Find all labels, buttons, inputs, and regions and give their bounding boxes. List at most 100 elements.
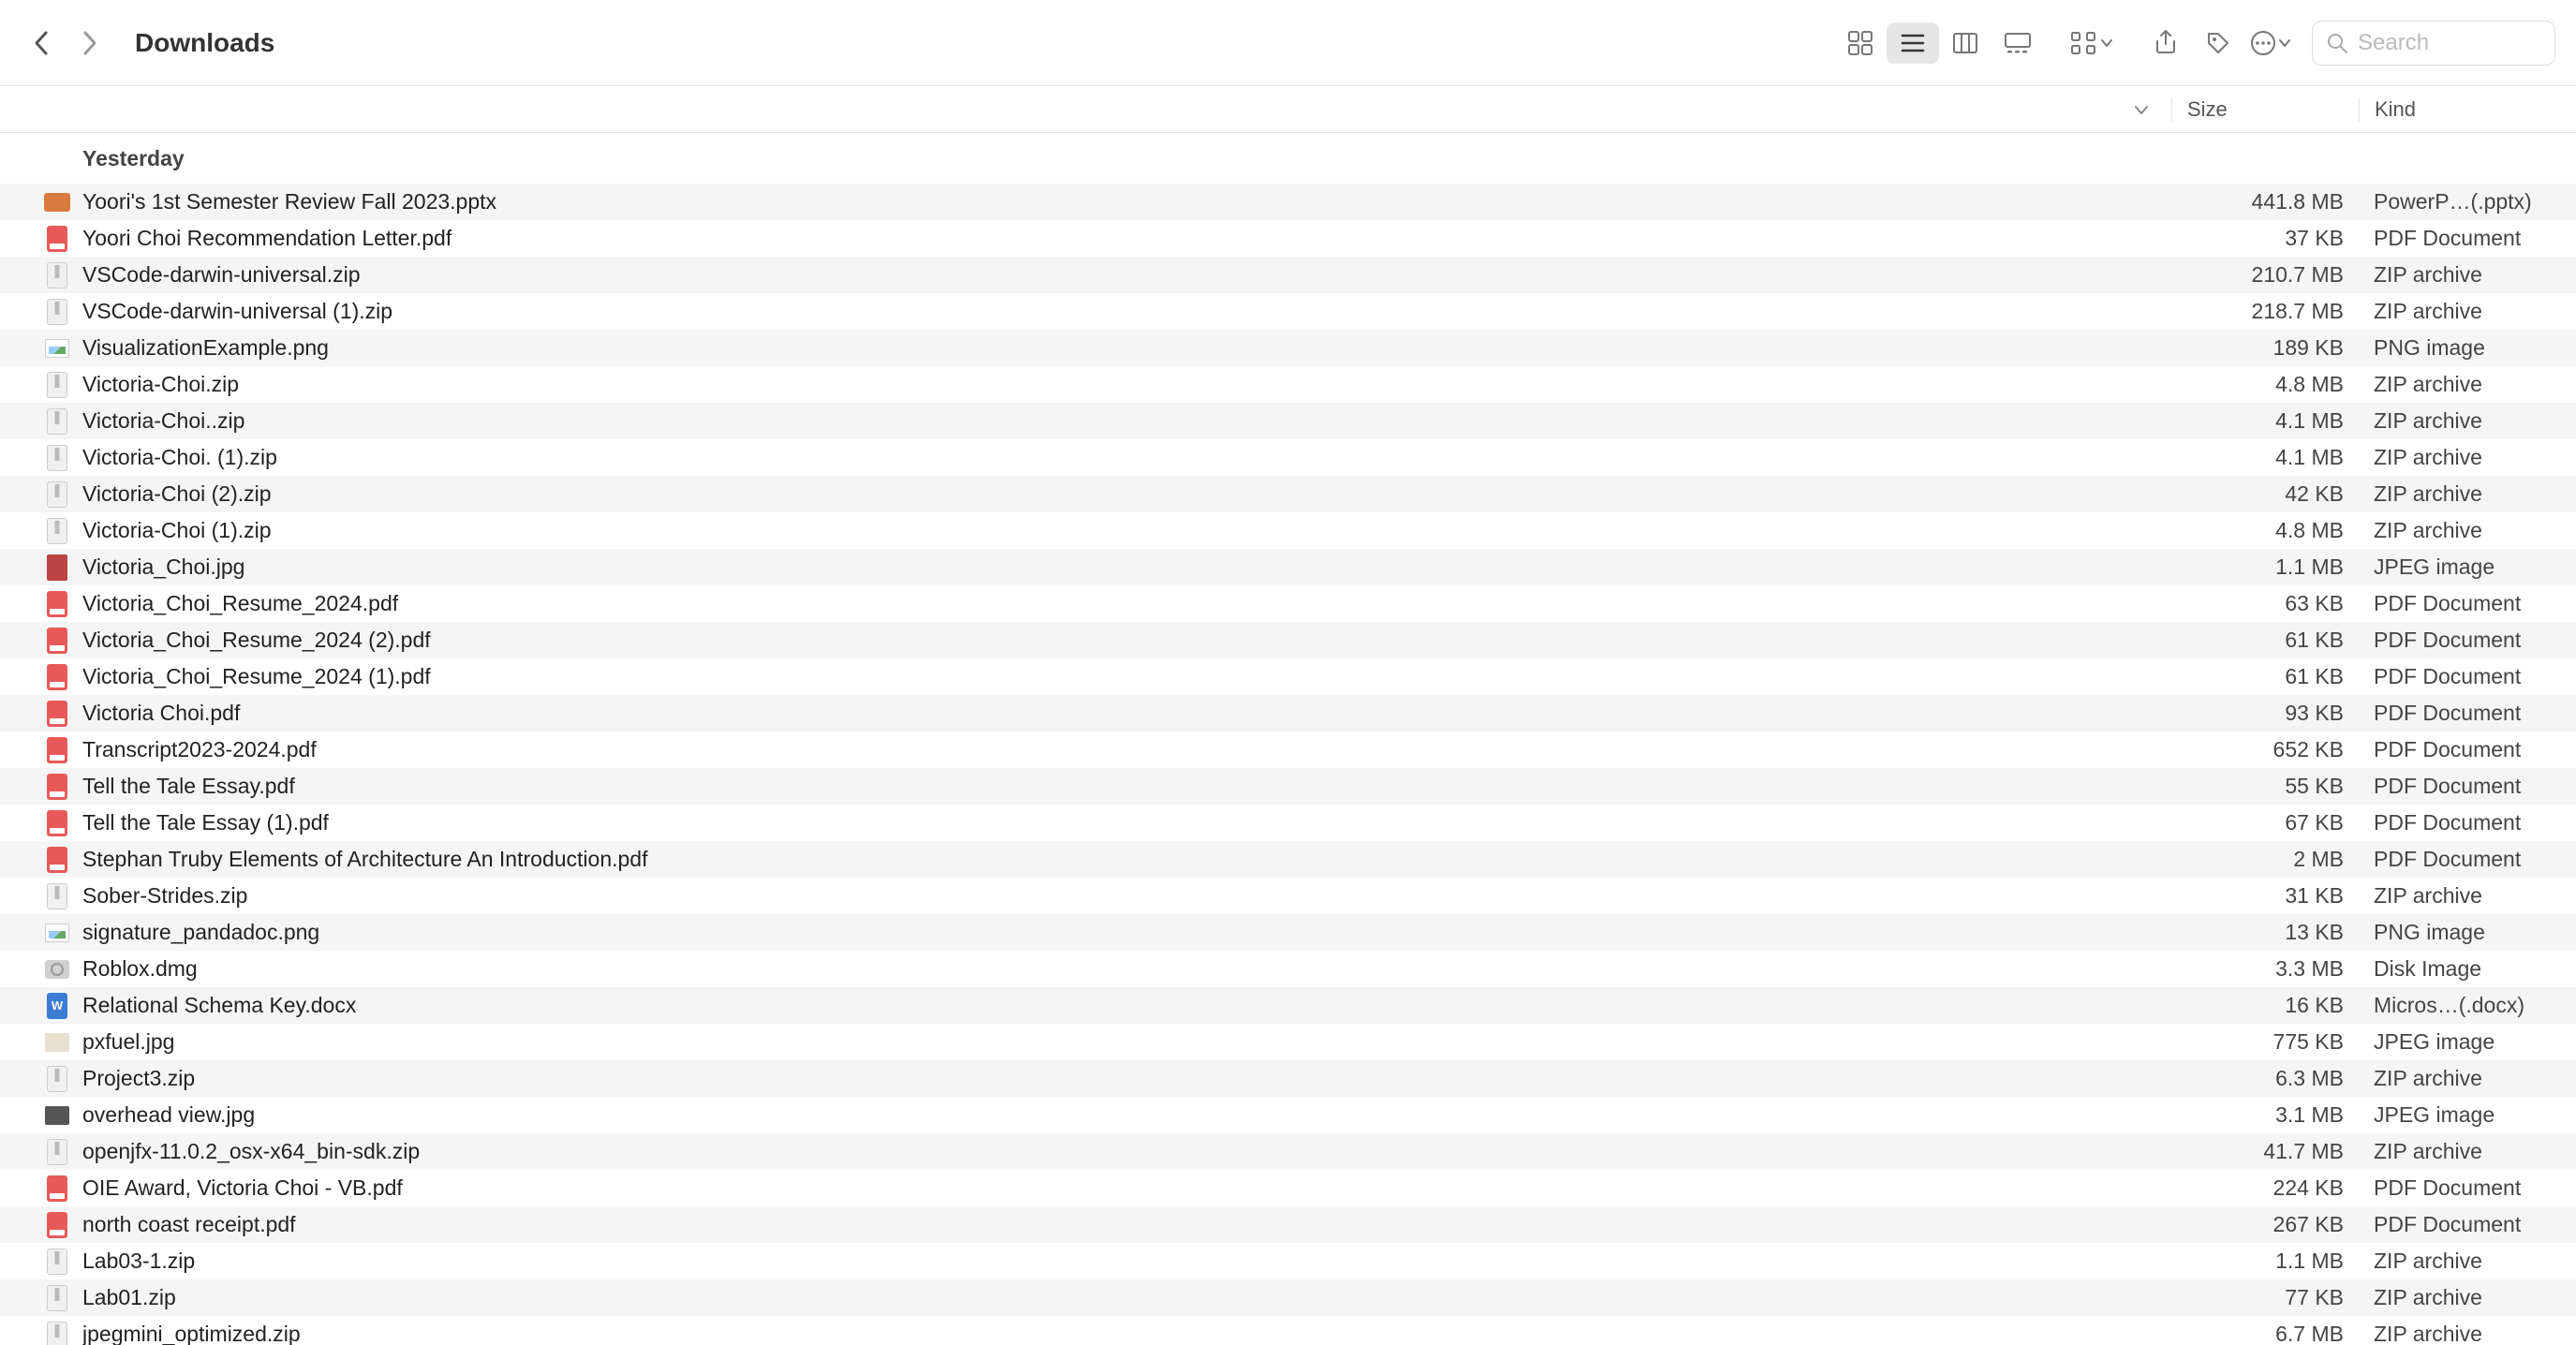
group-by-button[interactable] [2059,22,2124,64]
file-row[interactable]: Transcript2023-2024.pdf652 KBPDF Documen… [0,732,2576,768]
group-header: Yesterday [0,133,2576,184]
gallery-view-button[interactable] [1991,22,2044,64]
file-kind: ZIP archive [2359,445,2576,470]
file-row[interactable]: VisualizationExample.png189 KBPNG image [0,330,2576,366]
file-icon-cell [0,261,82,289]
file-icon-cell [0,992,82,1020]
file-icon-cell [0,225,82,253]
share-button[interactable] [2139,22,2192,64]
file-row[interactable]: Victoria-Choi (2).zip42 KBZIP archive [0,476,2576,512]
file-kind: PDF Document [2359,591,2576,616]
file-row[interactable]: Yoori's 1st Semester Review Fall 2023.pp… [0,184,2576,220]
search-input[interactable] [2358,30,2508,56]
zip-icon [43,261,71,289]
file-row[interactable]: VSCode-darwin-universal (1).zip218.7 MBZ… [0,293,2576,330]
file-row[interactable]: Sober-Strides.zip31 KBZIP archive [0,878,2576,914]
file-icon-cell [0,955,82,983]
file-row[interactable]: openjfx-11.0.2_osx-x64_bin-sdk.zip41.7 M… [0,1133,2576,1170]
file-size: 1.1 MB [2171,1249,2359,1274]
zip-icon [43,371,71,399]
name-column-header[interactable] [0,102,2171,117]
back-button[interactable] [21,22,62,64]
kind-column-header[interactable]: Kind [2359,97,2576,122]
file-name: Victoria_Choi_Resume_2024 (1).pdf [82,664,2171,689]
docx-icon [43,992,71,1020]
jpg-icon [43,554,71,582]
file-name: pxfuel.jpg [82,1029,2171,1055]
file-row[interactable]: Lab01.zip77 KBZIP archive [0,1279,2576,1316]
zip-icon [43,1138,71,1166]
file-row[interactable]: Victoria_Choi.jpg1.1 MBJPEG image [0,549,2576,585]
file-row[interactable]: pxfuel.jpg775 KBJPEG image [0,1024,2576,1060]
window-title: Downloads [135,28,274,58]
file-list[interactable]: Yesterday Yoori's 1st Semester Review Fa… [0,133,2576,1345]
file-row[interactable]: Relational Schema Key.docx16 KBMicros…(.… [0,987,2576,1024]
file-row[interactable]: Tell the Tale Essay (1).pdf67 KBPDF Docu… [0,805,2576,841]
pptx-icon [43,188,71,216]
file-name: Yoori's 1st Semester Review Fall 2023.pp… [82,189,2171,214]
file-row[interactable]: Stephan Truby Elements of Architecture A… [0,841,2576,878]
zip-icon [43,444,71,472]
search-field[interactable] [2312,21,2555,66]
file-row[interactable]: Victoria-Choi..zip4.1 MBZIP archive [0,403,2576,439]
file-icon-cell [0,517,82,545]
file-size: 55 KB [2171,774,2359,799]
file-row[interactable]: Victoria Choi.pdf93 KBPDF Document [0,695,2576,732]
file-row[interactable]: Victoria-Choi (1).zip4.8 MBZIP archive [0,512,2576,549]
file-row[interactable]: jpegmini_optimized.zip6.7 MBZIP archive [0,1316,2576,1345]
file-size: 4.8 MB [2171,518,2359,543]
file-kind: PNG image [2359,920,2576,945]
column-view-button[interactable] [1939,22,1991,64]
size-column-header[interactable]: Size [2171,97,2359,122]
file-size: 67 KB [2171,810,2359,835]
list-view-button[interactable] [1887,22,1939,64]
file-icon-cell [0,700,82,728]
file-row[interactable]: north coast receipt.pdf267 KBPDF Documen… [0,1206,2576,1243]
file-row[interactable]: Project3.zip6.3 MBZIP archive [0,1060,2576,1097]
file-size: 77 KB [2171,1285,2359,1310]
more-button[interactable] [2244,22,2297,64]
file-row[interactable]: Victoria-Choi.zip4.8 MBZIP archive [0,366,2576,403]
file-row[interactable]: Yoori Choi Recommendation Letter.pdf37 K… [0,220,2576,257]
file-icon-cell [0,188,82,216]
file-row[interactable]: Roblox.dmg3.3 MBDisk Image [0,951,2576,987]
file-row[interactable]: Victoria_Choi_Resume_2024 (2).pdf61 KBPD… [0,622,2576,658]
icon-view-button[interactable] [1834,22,1887,64]
file-row[interactable]: Tell the Tale Essay.pdf55 KBPDF Document [0,768,2576,805]
file-kind: ZIP archive [2359,518,2576,543]
file-name: VSCode-darwin-universal (1).zip [82,299,2171,324]
file-size: 3.3 MB [2171,956,2359,982]
img2-icon [43,1028,71,1057]
file-row[interactable]: VSCode-darwin-universal.zip210.7 MBZIP a… [0,257,2576,293]
pdf-icon [43,627,71,655]
grid-icon [1847,30,1873,56]
file-row[interactable]: Victoria_Choi_Resume_2024.pdf63 KBPDF Do… [0,585,2576,622]
file-row[interactable]: Lab03-1.zip1.1 MBZIP archive [0,1243,2576,1279]
file-icon-cell [0,590,82,618]
file-name: Lab03-1.zip [82,1249,2171,1274]
tags-button[interactable] [2192,22,2244,64]
file-kind: PDF Document [2359,664,2576,689]
file-name: overhead view.jpg [82,1102,2171,1128]
file-size: 2 MB [2171,847,2359,872]
file-name: Transcript2023-2024.pdf [82,737,2171,762]
forward-button[interactable] [69,22,111,64]
file-kind: ZIP archive [2359,299,2576,324]
file-size: 13 KB [2171,920,2359,945]
file-kind: JPEG image [2359,1102,2576,1128]
file-row[interactable]: Victoria_Choi_Resume_2024 (1).pdf61 KBPD… [0,658,2576,695]
file-row[interactable]: overhead view.jpg3.1 MBJPEG image [0,1097,2576,1133]
file-row[interactable]: Victoria-Choi. (1).zip4.1 MBZIP archive [0,439,2576,476]
file-icon-cell [0,1248,82,1276]
file-kind: ZIP archive [2359,372,2576,397]
file-name: north coast receipt.pdf [82,1212,2171,1237]
view-mode-buttons [1834,22,2044,64]
file-icon-cell [0,627,82,655]
zip-icon [43,1248,71,1276]
file-kind: ZIP archive [2359,262,2576,288]
file-icon-cell [0,1211,82,1239]
file-name: Yoori Choi Recommendation Letter.pdf [82,226,2171,251]
file-row[interactable]: OIE Award, Victoria Choi - VB.pdf224 KBP… [0,1170,2576,1206]
file-row[interactable]: signature_pandadoc.png13 KBPNG image [0,914,2576,951]
file-kind: PDF Document [2359,1175,2576,1201]
